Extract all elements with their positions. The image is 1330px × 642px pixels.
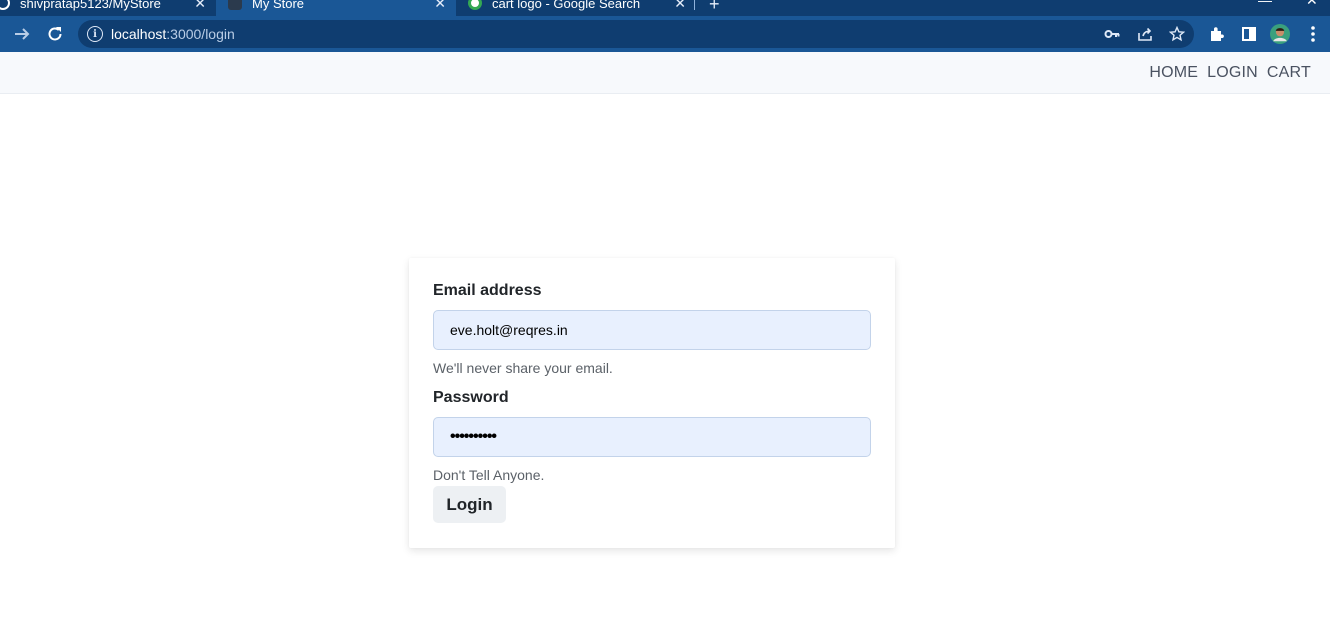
tab-title: shivpratap5123/MyStore	[20, 0, 161, 11]
url-text: localhost:3000/login	[111, 26, 235, 42]
google-icon	[468, 0, 482, 10]
nav-link-login[interactable]: LOGIN	[1207, 64, 1258, 82]
menu-icon[interactable]	[1303, 24, 1323, 44]
tab-title: My Store	[252, 0, 305, 11]
star-icon[interactable]	[1167, 24, 1187, 44]
site-navbar: HOME LOGIN CART	[0, 52, 1330, 94]
extensions-icon[interactable]	[1207, 24, 1227, 44]
minimize-icon[interactable]: —	[1258, 0, 1272, 8]
react-icon	[228, 0, 242, 10]
info-icon[interactable]: i	[87, 26, 103, 42]
email-field[interactable]: eve.holt@reqres.in	[433, 310, 871, 350]
sidepanel-icon[interactable]	[1239, 24, 1259, 44]
profile-avatar[interactable]	[1270, 24, 1290, 44]
browser-toolbar: i localhost:3000/login	[0, 16, 1330, 68]
tab-google-search[interactable]: cart logo - Google Search ✕	[456, 0, 696, 16]
new-tab-icon[interactable]: +	[709, 0, 720, 15]
tab-my-store[interactable]: My Store ✕	[216, 0, 456, 16]
close-icon[interactable]: ✕	[434, 0, 446, 12]
tab-separator	[694, 0, 695, 10]
login-button[interactable]: Login	[433, 486, 506, 523]
nav-links: HOME LOGIN CART	[1149, 64, 1311, 82]
close-window-icon[interactable]: ✕	[1306, 0, 1318, 9]
password-label: Password	[433, 389, 509, 406]
reload-icon[interactable]	[45, 24, 65, 44]
email-label: Email address	[433, 282, 542, 299]
share-icon[interactable]	[1135, 24, 1155, 44]
forward-icon[interactable]	[12, 24, 32, 44]
password-field[interactable]: ••••••••••	[433, 417, 871, 457]
login-card: Email address eve.holt@reqres.in We'll n…	[409, 258, 895, 548]
tab-title: cart logo - Google Search	[492, 0, 641, 11]
email-help-text: We'll never share your email.	[433, 360, 613, 376]
address-bar[interactable]: i localhost:3000/login	[78, 20, 1194, 48]
browser-tab-strip: shivpratap5123/MyStore ✕ My Store ✕ cart…	[0, 0, 1330, 16]
close-icon[interactable]: ✕	[194, 0, 206, 12]
password-help-text: Don't Tell Anyone.	[433, 467, 545, 483]
nav-link-cart[interactable]: CART	[1267, 64, 1311, 82]
close-icon[interactable]: ✕	[674, 0, 686, 12]
tab-github[interactable]: shivpratap5123/MyStore ✕	[0, 0, 216, 16]
key-icon[interactable]	[1102, 24, 1122, 44]
nav-link-home[interactable]: HOME	[1149, 64, 1198, 82]
github-icon	[0, 0, 10, 10]
